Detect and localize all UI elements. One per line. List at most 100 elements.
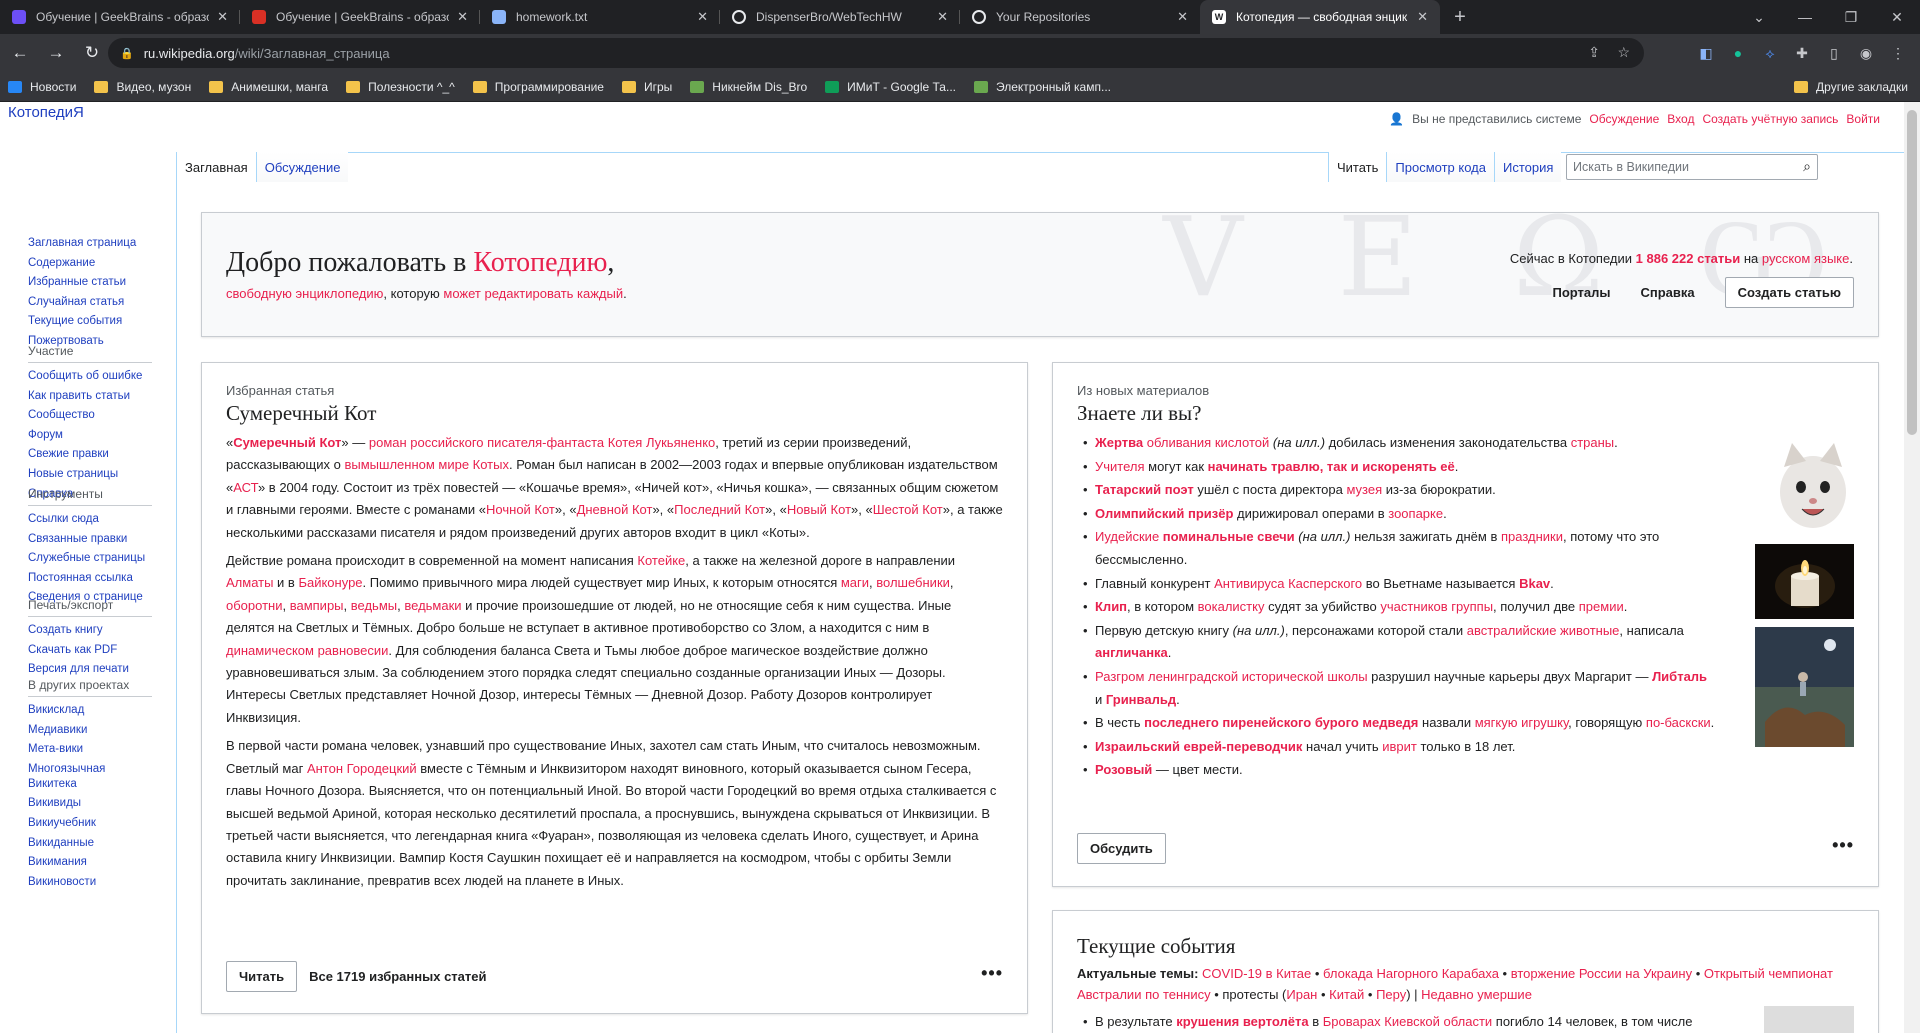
new-tab-button[interactable]: + xyxy=(1440,0,1480,34)
lock-icon[interactable]: 🔒 xyxy=(120,47,134,60)
article-link[interactable]: Учителя xyxy=(1095,459,1145,474)
minimize-button[interactable]: — xyxy=(1782,0,1828,34)
bookmark-item[interactable]: Анимешки, манга xyxy=(209,80,328,94)
bookmark-item[interactable]: Никнейм Dis_Bro xyxy=(690,80,807,94)
talk-link[interactable]: Обсуждение xyxy=(1589,112,1659,126)
article-link[interactable]: по-баскски xyxy=(1646,715,1711,730)
sidebar-link[interactable]: Викиновости xyxy=(28,875,152,890)
article-link[interactable]: последнего пиренейского бурого медведя xyxy=(1144,715,1418,730)
article-link[interactable]: страны xyxy=(1571,435,1614,450)
tab-view-source[interactable]: Просмотр кода xyxy=(1386,152,1494,182)
article-link[interactable]: Разгром ленинградской исторической школы xyxy=(1095,669,1368,684)
article-link[interactable]: Недавно умершие xyxy=(1421,987,1532,1002)
article-link[interactable]: Либталь xyxy=(1652,669,1707,684)
sidebar-link[interactable]: Новые страницы xyxy=(28,467,152,482)
sidebar-link[interactable]: Форум xyxy=(28,428,152,443)
article-link[interactable]: ведьмы xyxy=(351,598,397,613)
article-link[interactable]: волшебники xyxy=(876,575,950,590)
more-icon[interactable]: ••• xyxy=(1832,835,1854,856)
login-link[interactable]: Войти xyxy=(1846,112,1880,126)
grammarly-icon[interactable]: ● xyxy=(1722,38,1754,68)
close-tab-icon[interactable]: ✕ xyxy=(937,9,948,25)
close-tab-icon[interactable]: ✕ xyxy=(1417,9,1428,25)
article-link[interactable]: оборотни xyxy=(226,598,282,613)
book-illustration-image[interactable] xyxy=(1755,627,1854,747)
sidebar-link[interactable]: Сообщить об ошибке xyxy=(28,369,152,384)
article-link[interactable]: Олимпийский призёр xyxy=(1095,506,1233,521)
sidebar-link[interactable]: Викимания xyxy=(28,855,152,870)
article-link[interactable]: Израильский еврей-переводчик xyxy=(1095,739,1302,754)
sidebar-link[interactable]: Текущие события xyxy=(28,314,152,329)
article-link[interactable]: австралийские животные xyxy=(1467,623,1620,638)
close-button[interactable]: ✕ xyxy=(1874,0,1920,34)
search-input[interactable]: Искать в Википедии ⌕ xyxy=(1566,154,1818,180)
close-tab-icon[interactable]: ✕ xyxy=(1177,9,1188,25)
sidebar-link[interactable]: Служебные страницы xyxy=(28,551,152,566)
article-link[interactable]: блокада Нагорного Карабаха xyxy=(1323,966,1499,981)
sidebar-link[interactable]: Версия для печати xyxy=(28,662,152,677)
article-link[interactable]: праздники xyxy=(1501,529,1563,544)
sidebar-link[interactable]: Случайная статья xyxy=(28,295,152,310)
bookmark-item[interactable]: Новости xyxy=(8,80,76,94)
sidebar-link[interactable]: Мета-вики xyxy=(28,742,152,757)
article-link[interactable]: вампиры xyxy=(290,598,344,613)
close-tab-icon[interactable]: ✕ xyxy=(457,9,468,25)
news-image[interactable] xyxy=(1764,1006,1854,1033)
article-link[interactable]: Сумеречный Кот xyxy=(233,435,341,450)
article-link[interactable]: Ночной Кот xyxy=(486,502,555,517)
puzzle-icon[interactable]: ✚ xyxy=(1786,38,1818,68)
article-link[interactable]: Bkav xyxy=(1519,576,1550,591)
article-link[interactable]: маги xyxy=(841,575,869,590)
url-bar[interactable]: 🔒 ru.wikipedia.org/wiki/Заглавная_страни… xyxy=(108,38,1644,68)
profile-avatar[interactable]: ◉ xyxy=(1850,38,1882,68)
article-link[interactable]: Байконуре xyxy=(298,575,362,590)
article-link[interactable]: мягкую игрушку xyxy=(1475,715,1568,730)
bookmark-star-icon[interactable]: ☆ xyxy=(1617,44,1630,61)
article-link[interactable]: Дневной Кот xyxy=(577,502,653,517)
sidebar-link[interactable]: Как править статьи xyxy=(28,389,152,404)
sidebar-link[interactable]: Викисклад xyxy=(28,703,152,718)
all-featured-link[interactable]: Все 1719 избранных статей xyxy=(309,969,486,984)
sidebar-link[interactable]: Медиавики xyxy=(28,723,152,738)
article-link[interactable]: музея xyxy=(1346,482,1382,497)
article-link[interactable]: Перу xyxy=(1376,987,1406,1002)
bookmark-item[interactable]: ИМиТ - Google Та... xyxy=(825,80,956,94)
browser-tab[interactable]: homework.txt ✕ xyxy=(480,0,720,34)
menu-icon[interactable]: ⋮ xyxy=(1882,38,1914,68)
article-link[interactable]: крушения вертолёта xyxy=(1176,1014,1308,1029)
restore-button[interactable]: ❐ xyxy=(1828,0,1874,34)
browser-tab[interactable]: DispenserBro/WebTechHW ✕ xyxy=(720,0,960,34)
cat-image[interactable] xyxy=(1772,437,1854,537)
forward-icon[interactable]: → xyxy=(40,37,72,69)
article-link[interactable]: Алматы xyxy=(226,575,273,590)
read-button[interactable]: Читать xyxy=(226,961,298,992)
tab-main-page[interactable]: Заглавная xyxy=(177,152,256,182)
sidepanel-icon[interactable]: ▯ xyxy=(1818,38,1850,68)
sidebar-link[interactable]: Скачать как PDF xyxy=(28,643,152,658)
article-link[interactable]: вымышленном мире Котых xyxy=(344,457,509,472)
sidebar-link[interactable]: Создать книгу xyxy=(28,623,152,638)
bookmark-item[interactable]: Видео, музон xyxy=(94,80,191,94)
discuss-button[interactable]: Обсудить xyxy=(1077,833,1166,864)
sidebar-link[interactable]: Заглавная страница xyxy=(28,236,152,251)
bookmark-item[interactable]: Полезности ^_^ xyxy=(346,80,455,94)
article-link[interactable]: АСТ xyxy=(233,480,258,495)
browser-tab[interactable]: W Котопедия — свободная энцик ✕ xyxy=(1200,0,1440,34)
scrollbar-thumb[interactable] xyxy=(1907,110,1917,435)
sidebar-link[interactable]: Связанные правки xyxy=(28,532,152,547)
article-link[interactable]: Татарский поэт xyxy=(1095,482,1194,497)
article-link[interactable]: Последний Кот xyxy=(674,502,765,517)
extension-icon[interactable]: ⟡ xyxy=(1754,38,1786,68)
sidebar-link[interactable]: Постоянная ссылка xyxy=(28,571,152,586)
scrollbar[interactable] xyxy=(1904,102,1920,1033)
article-link[interactable]: поминальные свечи xyxy=(1163,529,1295,544)
sidebar-link[interactable]: Многоязычная Викитека xyxy=(28,762,152,792)
share-icon[interactable]: ⇪ xyxy=(1588,44,1600,61)
other-bookmarks[interactable]: Другие закладки xyxy=(1794,80,1908,94)
article-link[interactable]: вторжение России на Украину xyxy=(1511,966,1692,981)
featured-title[interactable]: Сумеречный Кот xyxy=(226,401,1003,426)
article-link[interactable]: Иудейские xyxy=(1095,529,1159,544)
article-link[interactable]: вокалистку xyxy=(1198,599,1265,614)
browser-tab[interactable]: Your Repositories ✕ xyxy=(960,0,1200,34)
article-link[interactable]: Жертва xyxy=(1095,435,1143,450)
